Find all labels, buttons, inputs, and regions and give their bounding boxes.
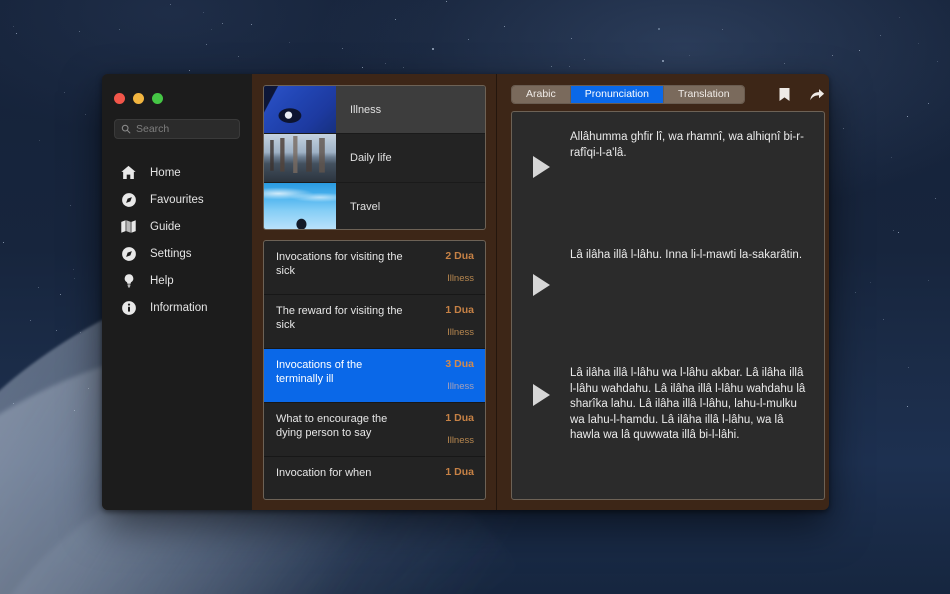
dua-list-item[interactable]: Invocations for visiting the sick 2 Dua … bbox=[264, 241, 485, 295]
category-row-travel[interactable]: Travel bbox=[264, 182, 485, 229]
category-row-illness[interactable]: Illness bbox=[264, 86, 485, 135]
dua-count-badge: 1 Dua bbox=[445, 466, 474, 478]
share-icon[interactable] bbox=[809, 86, 825, 102]
sidebar-item-favourites[interactable]: Favourites bbox=[102, 186, 252, 213]
dua-meta: 1 Dua Illness bbox=[445, 304, 474, 338]
dua-list-item[interactable]: What to encourage the dying person to sa… bbox=[264, 403, 485, 457]
tab-arabic[interactable]: Arabic bbox=[512, 85, 571, 103]
play-icon bbox=[532, 384, 550, 406]
dua-title: The reward for visiting the sick bbox=[276, 305, 403, 331]
close-button[interactable] bbox=[114, 93, 125, 104]
search-input[interactable]: Search bbox=[114, 119, 240, 139]
sidebar-item-home[interactable]: Home bbox=[102, 159, 252, 186]
dua-list: Invocations for visiting the sick 2 Dua … bbox=[263, 240, 486, 500]
dua-title: Invocation for when bbox=[276, 467, 372, 479]
dua-list-item[interactable]: Invocation for when 1 Dua bbox=[264, 457, 485, 499]
bookmark-icon[interactable] bbox=[777, 86, 793, 102]
dua-meta: 2 Dua Illness bbox=[445, 250, 474, 284]
tab-translation[interactable]: Translation bbox=[663, 85, 744, 103]
search-container: Search bbox=[102, 104, 252, 139]
dua-meta: 3 Dua Illness bbox=[445, 358, 474, 392]
search-placeholder: Search bbox=[136, 123, 170, 135]
sidebar-item-label: Information bbox=[150, 301, 208, 314]
dua-list-item-selected[interactable]: Invocations of the terminally ill 3 Dua … bbox=[264, 349, 485, 403]
play-button[interactable] bbox=[512, 362, 570, 406]
dua-category-label: Illness bbox=[447, 273, 474, 284]
sidebar-nav: Home Favourites Guide Settings Help Info… bbox=[102, 159, 252, 321]
play-button[interactable] bbox=[512, 244, 570, 296]
play-button[interactable] bbox=[512, 126, 570, 178]
dua-category-label: Illness bbox=[447, 327, 474, 338]
sidebar-item-label: Favourites bbox=[150, 193, 204, 206]
lightbulb-icon bbox=[120, 272, 137, 289]
dua-entry-text: Lâ ilâha illâ l-lâhu. Inna li-l-mawti la… bbox=[570, 249, 803, 261]
category-row-daily-life[interactable]: Daily life bbox=[264, 134, 485, 183]
middle-column: Illness Daily life Travel Invocations fo… bbox=[252, 74, 497, 510]
dua-count-badge: 1 Dua bbox=[445, 304, 474, 316]
sidebar: Search Home Favourites Guide Settings He… bbox=[102, 74, 252, 510]
play-icon bbox=[532, 274, 550, 296]
stethoscope-image bbox=[264, 86, 336, 134]
detail-toolbar: Arabic Pronunciation Translation bbox=[511, 84, 825, 104]
zoom-button[interactable] bbox=[152, 93, 163, 104]
city-skyline-image bbox=[264, 134, 336, 182]
sidebar-item-label: Guide bbox=[150, 220, 181, 233]
search-icon bbox=[121, 124, 131, 134]
category-label: Daily life bbox=[350, 151, 392, 164]
category-list: Illness Daily life Travel bbox=[263, 85, 486, 230]
detail-column: Arabic Pronunciation Translation Allâhum… bbox=[497, 74, 829, 510]
info-circle-icon bbox=[120, 299, 137, 316]
dua-entry: Lâ ilâha illâ l-lâhu. Inna li-l-mawti la… bbox=[512, 232, 824, 350]
dua-entry: Lâ ilâha illâ l-lâhu wa l-lâhu akbar. Lâ… bbox=[512, 350, 824, 450]
map-icon bbox=[120, 218, 137, 235]
dua-count-badge: 2 Dua bbox=[445, 250, 474, 262]
sidebar-item-label: Help bbox=[150, 274, 174, 287]
home-icon bbox=[120, 164, 137, 181]
dua-meta: 1 Dua bbox=[445, 466, 474, 489]
window-traffic-lights bbox=[102, 84, 252, 104]
dua-list-item[interactable]: The reward for visiting the sick 1 Dua I… bbox=[264, 295, 485, 349]
sidebar-item-settings[interactable]: Settings bbox=[102, 240, 252, 267]
dua-content-panel: Allâhumma ghfir lî, wa rhamnî, wa alhiqn… bbox=[511, 111, 825, 500]
dua-entry: Allâhumma ghfir lî, wa rhamnî, wa alhiqn… bbox=[512, 114, 824, 232]
dua-entry-text: Allâhumma ghfir lî, wa rhamnî, wa alhiqn… bbox=[570, 131, 804, 159]
sidebar-item-label: Settings bbox=[150, 247, 192, 260]
dua-title: Invocations for visiting the sick bbox=[276, 251, 403, 277]
sidebar-item-label: Home bbox=[150, 166, 181, 179]
dua-count-badge: 1 Dua bbox=[445, 412, 474, 424]
app-window: Search Home Favourites Guide Settings He… bbox=[102, 74, 829, 510]
compass-icon bbox=[120, 245, 137, 262]
dua-category-label: Illness bbox=[447, 381, 474, 392]
airplane-sky-image bbox=[264, 182, 336, 229]
dua-category-label: Illness bbox=[447, 435, 474, 446]
minimize-button[interactable] bbox=[133, 93, 144, 104]
dua-entry-text: Lâ ilâha illâ l-lâhu wa l-lâhu akbar. Lâ… bbox=[570, 367, 806, 441]
dua-title: Invocations of the terminally ill bbox=[276, 359, 363, 385]
compass-icon bbox=[120, 191, 137, 208]
tab-pronunciation[interactable]: Pronunciation bbox=[570, 85, 664, 103]
category-label: Travel bbox=[350, 200, 381, 213]
view-mode-tabs: Arabic Pronunciation Translation bbox=[511, 84, 745, 104]
category-label: Illness bbox=[350, 103, 382, 116]
play-icon bbox=[532, 156, 550, 178]
dua-count-badge: 3 Dua bbox=[445, 358, 474, 370]
sidebar-item-information[interactable]: Information bbox=[102, 294, 252, 321]
dua-title: What to encourage the dying person to sa… bbox=[276, 413, 388, 439]
sidebar-item-guide[interactable]: Guide bbox=[102, 213, 252, 240]
sidebar-item-help[interactable]: Help bbox=[102, 267, 252, 294]
dua-meta: 1 Dua Illness bbox=[445, 412, 474, 446]
